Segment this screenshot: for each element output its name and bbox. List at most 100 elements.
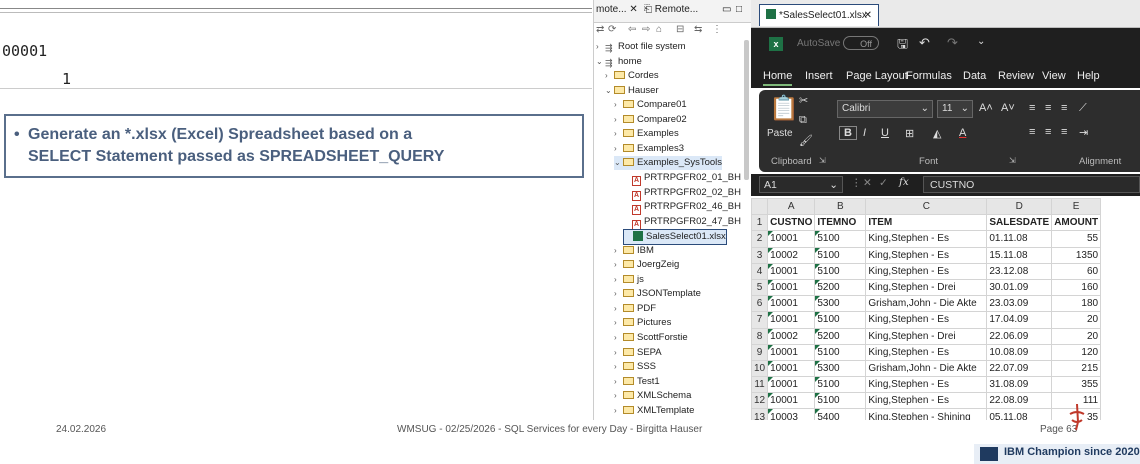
column-header[interactable]: C <box>865 197 988 216</box>
back-arrow-icon[interactable]: ⇦ <box>628 24 636 35</box>
cell[interactable]: 215 <box>1051 359 1102 378</box>
chevron-right-icon[interactable]: › <box>614 127 623 141</box>
tree-item[interactable]: › js <box>614 273 644 287</box>
cell[interactable]: 1350 <box>1051 246 1102 264</box>
cell[interactable]: 5200 <box>814 327 867 345</box>
cell[interactable]: 10001 <box>767 311 816 329</box>
format-painter-icon[interactable]: 🖌 <box>799 134 813 147</box>
tree-item[interactable]: ⌄ ⇶ home <box>596 55 642 69</box>
align-left-icon[interactable]: ≡ <box>1029 126 1035 138</box>
cell[interactable]: Grisham,John - Die Akte <box>865 295 988 313</box>
chevron-right-icon[interactable]: › <box>614 404 623 418</box>
tab-remote-systems[interactable]: ⎗ Remote... <box>644 4 698 15</box>
cell[interactable]: 20 <box>1051 327 1102 345</box>
menu-home[interactable]: Home <box>763 70 793 86</box>
enter-icon[interactable]: ✓ <box>879 177 888 189</box>
paste-button[interactable]: Paste <box>767 128 793 139</box>
close-icon[interactable]: ✕ <box>629 4 637 15</box>
chevron-right-icon[interactable]: › <box>614 346 623 360</box>
cell[interactable]: King,Stephen - Es <box>865 311 988 329</box>
cell[interactable]: 120 <box>1051 343 1102 361</box>
chevron-right-icon[interactable]: › <box>614 273 623 287</box>
tree-item[interactable]: › XMLSchema <box>614 389 691 403</box>
tree-item[interactable]: › SSS <box>614 360 656 374</box>
customize-toolbar-icon[interactable]: ⌄ <box>977 36 985 47</box>
row-header[interactable]: 4 <box>751 262 769 280</box>
name-box[interactable]: A1 ⌄ <box>759 176 843 193</box>
dialog-launcher-icon[interactable]: ⇲ <box>819 156 826 165</box>
cell[interactable]: 5100 <box>814 343 867 361</box>
autosave-toggle[interactable]: Off <box>843 36 879 50</box>
cell[interactable]: 10001 <box>767 278 816 297</box>
align-middle-icon[interactable]: ≡ <box>1045 102 1051 114</box>
cell[interactable]: 10001 <box>767 230 816 248</box>
chevron-right-icon[interactable]: › <box>596 40 605 54</box>
cell[interactable]: 31.08.09 <box>986 376 1053 394</box>
cell[interactable]: 01.11.08 <box>986 230 1053 248</box>
row-header[interactable]: 12 <box>751 392 769 410</box>
refresh-icon[interactable]: ⟳ <box>608 24 616 35</box>
tree-item[interactable]: ⌄ Hauser <box>605 84 659 98</box>
cell[interactable]: 10001 <box>767 262 816 280</box>
link-editor-icon[interactable]: ⇆ <box>694 24 702 35</box>
cell[interactable]: 30.01.09 <box>986 278 1053 297</box>
cell[interactable]: 17.04.09 <box>986 311 1053 329</box>
row-header[interactable]: 9 <box>751 343 769 361</box>
tree-item[interactable]: › ScottForstie <box>614 331 688 345</box>
cell[interactable]: 10001 <box>767 376 816 394</box>
cell[interactable]: 5100 <box>814 262 867 280</box>
cell[interactable]: King,Stephen - Shining <box>865 408 988 420</box>
tree-item[interactable]: › Compare02 <box>614 113 687 127</box>
tree-item[interactable]: A PRTRPGFR02_46_BH <box>623 200 741 216</box>
chevron-right-icon[interactable]: › <box>614 258 623 272</box>
tree-item[interactable]: › ⇶ Root file system <box>596 40 686 54</box>
cell[interactable]: King,Stephen - Es <box>865 376 988 394</box>
cell[interactable]: Grisham,John - Die Akte <box>865 359 988 378</box>
chevron-right-icon[interactable]: › <box>614 244 623 258</box>
maximize-icon[interactable]: □ <box>736 4 742 15</box>
menu-formulas[interactable]: Formulas <box>906 70 952 82</box>
collapse-all-icon[interactable]: ⊟ <box>676 24 684 35</box>
explorer-scrollbar[interactable] <box>744 40 749 180</box>
dialog-launcher-icon[interactable]: ⇲ <box>1009 156 1016 165</box>
home-icon[interactable]: ⌂ <box>656 24 662 35</box>
align-right-icon[interactable]: ≡ <box>1061 126 1067 138</box>
cell[interactable]: King,Stephen - Es <box>865 262 988 280</box>
cell[interactable]: 10001 <box>767 392 816 410</box>
row-header[interactable]: 6 <box>751 295 769 313</box>
chevron-right-icon[interactable]: › <box>614 113 623 127</box>
chevron-right-icon[interactable]: › <box>614 331 623 345</box>
align-top-icon[interactable]: ≡ <box>1029 102 1035 114</box>
cell[interactable]: 10001 <box>767 295 816 313</box>
cell[interactable]: 22.08.09 <box>986 392 1053 410</box>
redo-icon[interactable]: ↷ <box>947 35 958 51</box>
cell[interactable]: SALESDATE <box>986 214 1053 232</box>
tab-salesselect-xlsx[interactable]: *SalesSelect01.xlsx ✕ <box>759 4 879 26</box>
copy-icon[interactable]: ⧉ <box>799 114 807 127</box>
cell[interactable]: King,Stephen - Es <box>865 230 988 248</box>
cell[interactable]: 55 <box>1051 230 1102 248</box>
italic-button[interactable]: I <box>863 127 866 139</box>
cell[interactable]: 10002 <box>767 246 816 264</box>
tree-item[interactable]: ⌄ Examples_SysTools <box>614 156 723 171</box>
cell[interactable]: 20 <box>1051 311 1102 329</box>
cell[interactable]: 160 <box>1051 278 1102 297</box>
row-header[interactable]: 3 <box>751 246 769 264</box>
chevron-right-icon[interactable]: › <box>614 316 623 330</box>
cell[interactable]: 5200 <box>814 278 867 297</box>
menu-data[interactable]: Data <box>963 70 986 82</box>
row-header[interactable]: 7 <box>751 311 769 329</box>
fill-color-icon[interactable]: ◭ <box>933 127 941 140</box>
chevron-down-icon[interactable]: ⌄ <box>605 84 614 98</box>
cell[interactable]: 5100 <box>814 246 867 264</box>
column-header[interactable]: D <box>986 197 1053 216</box>
row-header[interactable]: 5 <box>751 278 769 297</box>
cell[interactable]: 5100 <box>814 230 867 248</box>
cell[interactable]: 10003 <box>767 408 816 420</box>
row-header[interactable]: 8 <box>751 327 769 345</box>
chevron-right-icon[interactable]: › <box>614 375 623 389</box>
align-center-icon[interactable]: ≡ <box>1045 126 1051 138</box>
cell[interactable]: 355 <box>1051 376 1102 394</box>
row-header[interactable]: 2 <box>751 230 769 248</box>
font-color-icon[interactable]: A <box>959 127 966 139</box>
